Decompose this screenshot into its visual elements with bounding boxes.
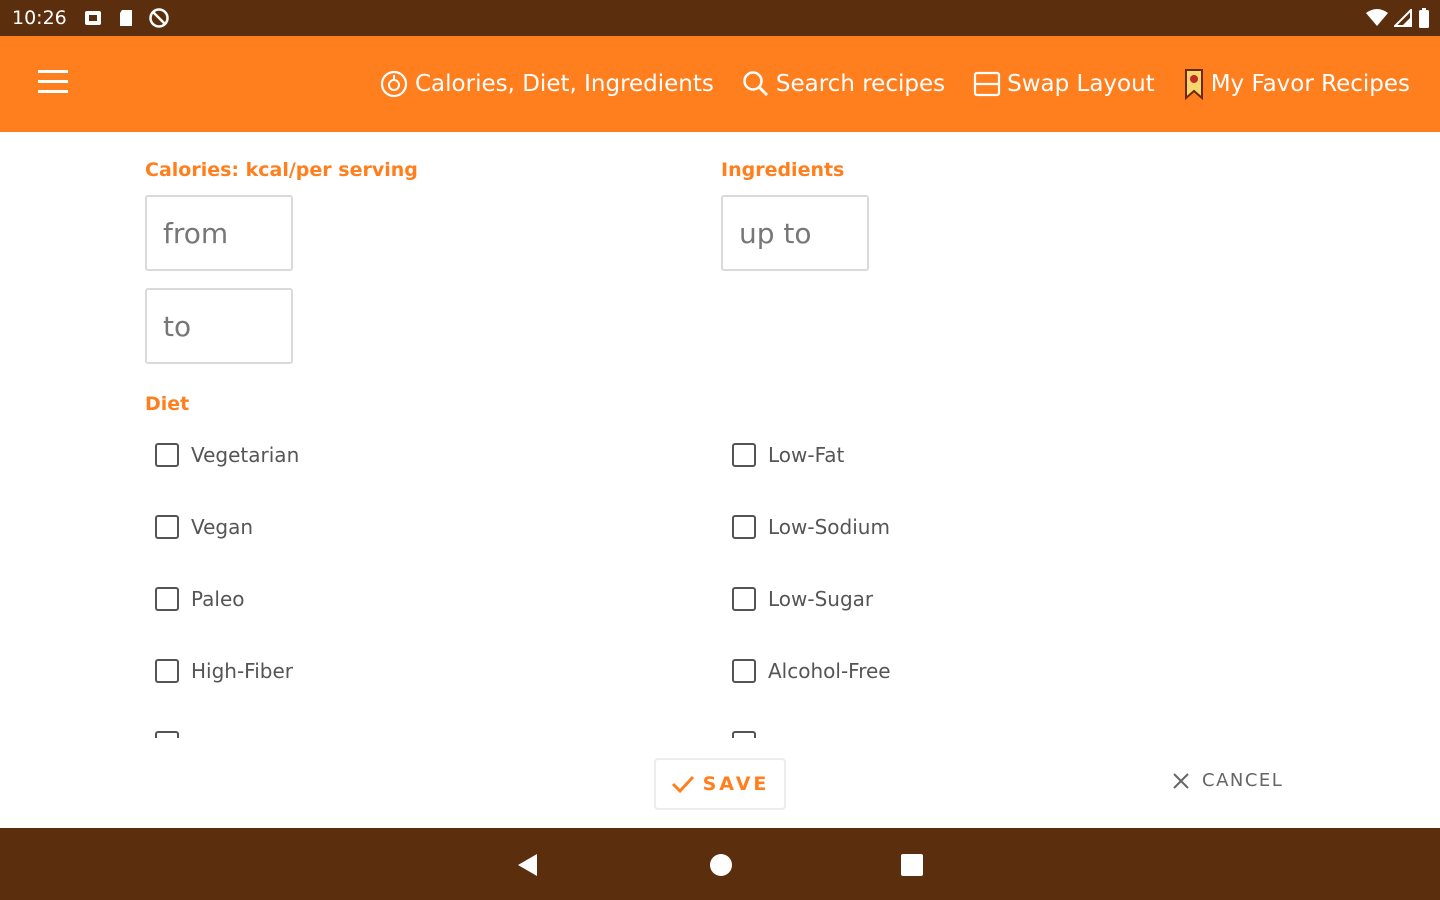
ingredients-label: Ingredients <box>721 159 845 181</box>
calories-label: Calories: kcal/per serving <box>145 159 418 181</box>
calories-diet-ingredients-label: Calories, Diet, Ingredients <box>415 71 714 97</box>
calories-diet-ingredients-button[interactable]: Calories, Diet, Ingredients <box>379 69 714 99</box>
sd-card-icon <box>120 10 132 26</box>
cancel-button[interactable]: CANCEL <box>1172 770 1283 791</box>
search-icon <box>743 71 768 96</box>
diet-checkbox-partial-right[interactable] <box>732 731 768 738</box>
checkbox-label: Low-Sugar <box>768 587 874 611</box>
search-recipes-button[interactable]: Search recipes <box>742 70 945 98</box>
diet-checkbox-high-fiber[interactable]: High-Fiber <box>155 659 293 683</box>
ingredients-icon <box>380 70 408 98</box>
filter-form: Calories: kcal/per serving Ingredients D… <box>0 132 1440 738</box>
checkbox-box[interactable] <box>155 515 179 539</box>
home-icon[interactable] <box>708 852 734 878</box>
diet-checkbox-paleo[interactable]: Paleo <box>155 587 245 611</box>
diet-checkbox-low-sugar[interactable]: Low-Sugar <box>732 587 873 611</box>
app-toolbar: Calories, Diet, Ingredients Search recip… <box>0 36 1440 132</box>
recents-icon[interactable] <box>900 853 924 877</box>
my-favor-recipes-label: My Favor Recipes <box>1210 71 1410 97</box>
diet-checkbox-alcohol-free[interactable]: Alcohol-Free <box>732 659 891 683</box>
my-favor-recipes-button[interactable]: My Favor Recipes <box>1183 68 1410 100</box>
checkbox-box[interactable] <box>732 731 756 738</box>
close-icon <box>1173 772 1189 789</box>
checkbox-label: Low-Fat <box>768 443 845 467</box>
swap-layout-button[interactable]: Swap Layout <box>973 70 1155 98</box>
swap-layout-label: Swap Layout <box>1007 71 1155 97</box>
calories-from-input[interactable] <box>145 195 293 271</box>
checkbox-box[interactable] <box>732 443 756 467</box>
toolbar-actions: Calories, Diet, Ingredients Search recip… <box>379 36 1410 132</box>
sync-off-icon <box>149 8 169 28</box>
wifi-icon <box>1366 9 1388 26</box>
checkbox-label: Alcohol-Free <box>768 659 891 683</box>
bookmark-icon <box>1184 69 1203 100</box>
save-button[interactable]: SAVE <box>654 758 786 810</box>
checkbox-box[interactable] <box>732 659 756 683</box>
battery-icon <box>1419 8 1429 28</box>
calories-to-input[interactable] <box>145 288 293 364</box>
checkbox-label: Vegan <box>191 515 254 539</box>
back-icon[interactable] <box>515 852 541 878</box>
cell-signal-icon <box>1394 9 1412 27</box>
checkbox-box[interactable] <box>155 659 179 683</box>
system-nav-bar <box>0 828 1440 900</box>
cancel-label: CANCEL <box>1202 770 1284 791</box>
diet-checkbox-vegan[interactable]: Vegan <box>155 515 253 539</box>
checkbox-label: High-Fiber <box>191 659 294 683</box>
menu-icon[interactable] <box>38 70 70 98</box>
notification-icon <box>85 11 101 25</box>
swap-layout-icon <box>973 71 1001 97</box>
checkbox-label: Low-Sodium <box>768 515 890 539</box>
check-icon <box>671 775 694 794</box>
checkbox-box[interactable] <box>732 515 756 539</box>
diet-checkbox-low-fat[interactable]: Low-Fat <box>732 443 844 467</box>
checkbox-box[interactable] <box>155 443 179 467</box>
checkbox-box[interactable] <box>155 587 179 611</box>
ingredients-upto-input[interactable] <box>721 195 869 271</box>
save-label: SAVE <box>702 773 770 795</box>
status-right <box>1366 8 1430 28</box>
dialog-actions: SAVE CANCEL <box>0 738 1440 828</box>
status-time: 10:26 <box>12 7 67 29</box>
diet-checkbox-low-sodium[interactable]: Low-Sodium <box>732 515 890 539</box>
checkbox-box[interactable] <box>732 587 756 611</box>
search-recipes-label: Search recipes <box>775 71 946 97</box>
status-bar: 10:26 <box>0 0 1440 36</box>
checkbox-label: Paleo <box>191 587 245 611</box>
diet-checkbox-vegetarian[interactable]: Vegetarian <box>155 443 299 467</box>
diet-label: Diet <box>145 393 190 415</box>
checkbox-box[interactable] <box>155 731 179 738</box>
checkbox-label: Vegetarian <box>191 443 300 467</box>
diet-checkbox-partial-left[interactable] <box>155 731 191 738</box>
